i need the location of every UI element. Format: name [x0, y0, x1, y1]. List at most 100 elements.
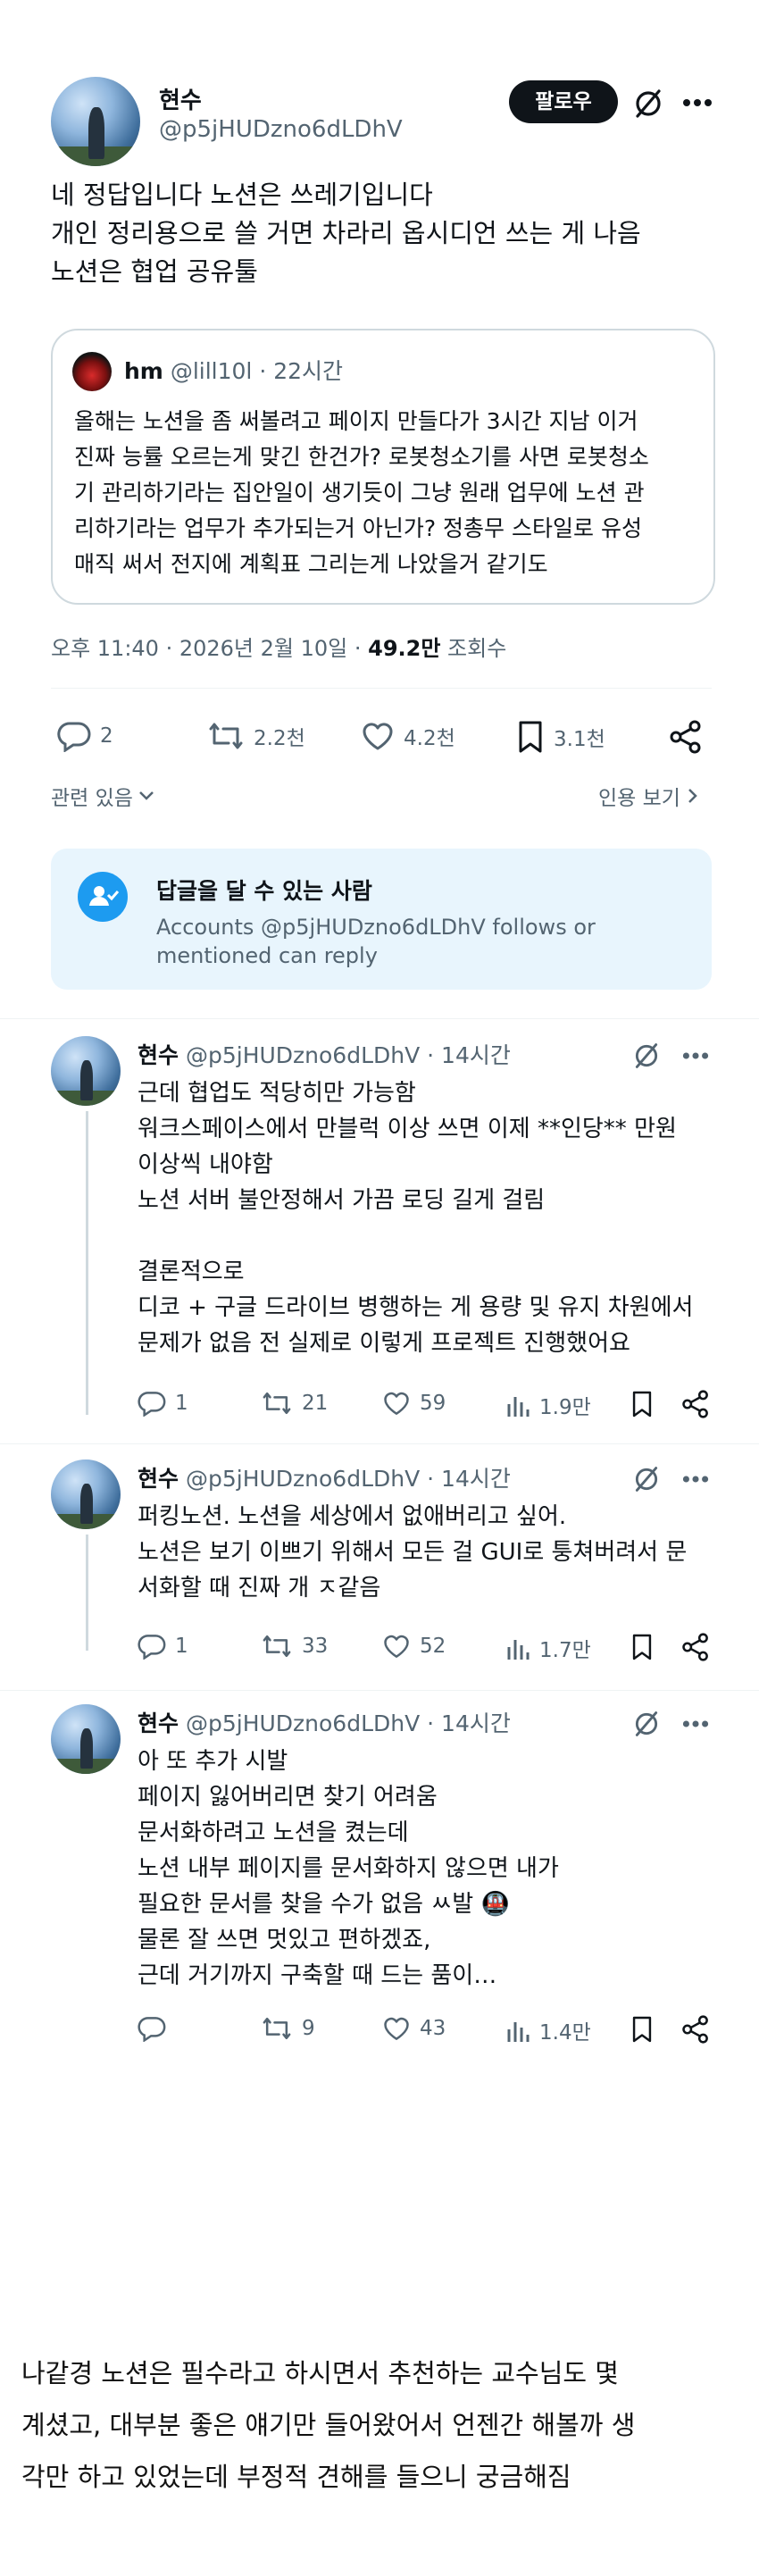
- follow-button[interactable]: 팔로우: [509, 80, 618, 123]
- bookmark-icon[interactable]: [630, 1633, 654, 1661]
- bar-chart-icon: [505, 1635, 530, 1661]
- views-button[interactable]: 1.9만: [505, 1390, 591, 1420]
- bookmark-icon[interactable]: [630, 2015, 654, 2044]
- views-button[interactable]: 1.7만: [505, 1633, 591, 1663]
- more-icon[interactable]: [682, 1719, 709, 1728]
- retweet-button[interactable]: 9: [261, 2015, 315, 2042]
- tweet-text: 네 정답입니다 노션은 쓰레기입니다 개인 정리용으로 쓸 거면 차라리 옵시디…: [51, 176, 738, 291]
- share-icon[interactable]: [668, 720, 704, 754]
- reply-avatar[interactable]: [51, 1704, 121, 1774]
- reply-text-line: 퍼킹노션. 노션을 세상에서 없애버리고 싶어.: [138, 1503, 567, 1530]
- like-button[interactable]: 43: [382, 2015, 446, 2042]
- chevron-down-icon: [138, 790, 154, 801]
- reply-icon: [138, 1390, 166, 1417]
- reply-button[interactable]: 2: [57, 720, 113, 752]
- reply-button[interactable]: 1: [138, 1390, 188, 1417]
- views-button[interactable]: 1.4만: [505, 2015, 591, 2045]
- reply-avatar[interactable]: [51, 1459, 121, 1529]
- like-button[interactable]: 4.2천: [361, 720, 455, 752]
- reply-time[interactable]: · 14시간: [427, 1710, 511, 1736]
- caption-text: 나같경 노션은 필수라고 하시면서 추천하는 교수님도 몇 계셨고, 대부분 좋…: [21, 2347, 745, 2503]
- like-count: 43: [420, 2017, 446, 2040]
- author-handle[interactable]: @p5jHUDzno6dLDhV: [159, 116, 403, 143]
- reply-text-line: 워크스페이스에서 만블럭 이상 쓰면 이제 **인당** 만원: [138, 1116, 677, 1142]
- reply-handle[interactable]: @p5jHUDzno6dLDhV: [186, 1466, 420, 1492]
- reply-handle[interactable]: @p5jHUDzno6dLDhV: [186, 1710, 420, 1736]
- reply-text-line: 페이지 잃어버리면 찾기 어려움: [138, 1784, 438, 1811]
- reply-handle[interactable]: @p5jHUDzno6dLDhV: [186, 1042, 420, 1068]
- share-icon[interactable]: [680, 1633, 711, 1661]
- divider: [0, 1018, 759, 1019]
- bookmark-button[interactable]: 3.1천: [516, 720, 605, 754]
- reply-text-line: 노션은 보기 이쁘기 위해서 모든 걸 GUI로 퉁쳐버려서 문: [138, 1539, 688, 1566]
- divider: [51, 688, 712, 689]
- quoted-text-line: 진짜 능률 오르는게 맞긴 한건가? 로봇청소기를 사면 로봇청소: [74, 444, 649, 470]
- tweet-text-line: 네 정답입니다 노션은 쓰레기입니다: [51, 180, 433, 210]
- divider: [0, 1443, 759, 1444]
- related-link[interactable]: 관련 있음: [51, 781, 154, 811]
- reply-text: 아 또 추가 시발 페이지 잃어버리면 찾기 어려움 문서화하려고 노션을 켰는…: [138, 1744, 727, 1994]
- reply-text-line: 디코 + 구글 드라이브 병행하는 게 용량 및 유지 차원에서: [138, 1294, 694, 1321]
- notice-line: mentioned can reply: [156, 943, 378, 968]
- author-name[interactable]: 현수: [159, 82, 202, 115]
- bar-chart-icon: [505, 2017, 530, 2044]
- grok-icon[interactable]: [632, 1710, 661, 1738]
- reply-avatar[interactable]: [51, 1036, 121, 1106]
- reply-text-line: 물론 잘 쓰면 멋있고 편하겠죠,: [138, 1927, 431, 1953]
- grok-icon[interactable]: [632, 88, 664, 120]
- related-label: 관련 있음: [51, 787, 133, 810]
- view-count: 1.4만: [539, 2021, 591, 2045]
- grok-icon[interactable]: [632, 1465, 661, 1493]
- caption-line: 각만 하고 있었는데 부정적 견해를 들으니 궁금해짐: [21, 2462, 571, 2492]
- like-button[interactable]: 59: [382, 1390, 446, 1417]
- user-check-icon: [78, 872, 128, 922]
- chevron-right-icon: [688, 788, 698, 804]
- heart-icon: [382, 2015, 411, 2042]
- bookmark-count: 3.1천: [554, 728, 605, 751]
- reply-button[interactable]: [138, 2015, 175, 2042]
- quoted-text: 올해는 노션을 좀 써볼려고 페이지 만들다가 3시간 지남 이거 진짜 능률 …: [74, 404, 699, 582]
- reply-text-line: 문제가 없음 전 실제로 이렇게 프로젝트 진행했어요: [138, 1330, 630, 1357]
- reply-text-line: 근데 거기까지 구축할 때 드는 품이…: [138, 1962, 497, 1989]
- reply-text-line: 아 또 추가 시발: [138, 1748, 288, 1775]
- retweet-button[interactable]: 33: [261, 1633, 328, 1660]
- caption-line: 나같경 노션은 필수라고 하시면서 추천하는 교수님도 몇: [21, 2358, 619, 2388]
- retweet-count: 9: [302, 2017, 315, 2040]
- retweet-count: 2.2천: [254, 727, 305, 750]
- reply-time[interactable]: · 14시간: [427, 1466, 511, 1492]
- share-icon[interactable]: [680, 1390, 711, 1418]
- reply-button[interactable]: 1: [138, 1633, 188, 1660]
- reply-text-line: 노션 서버 불안정해서 가끔 로딩 길게 걸림: [138, 1187, 546, 1214]
- more-icon[interactable]: [682, 98, 713, 107]
- reply-text-line: 결론적으로: [138, 1259, 245, 1285]
- reply-text-line: 서화할 때 진짜 개 ㅈ같음: [138, 1575, 381, 1602]
- retweet-button[interactable]: 21: [261, 1390, 328, 1417]
- reply-time[interactable]: · 14시간: [427, 1042, 511, 1068]
- reply-name[interactable]: 현수: [138, 1466, 179, 1492]
- grok-icon[interactable]: [632, 1041, 661, 1070]
- reply-name[interactable]: 현수: [138, 1710, 179, 1736]
- share-icon[interactable]: [680, 2015, 711, 2044]
- view-label: 조회수: [440, 636, 507, 661]
- author-avatar[interactable]: [51, 77, 140, 166]
- more-icon[interactable]: [682, 1475, 709, 1484]
- quoted-time: · 22시간: [259, 358, 344, 384]
- like-button[interactable]: 52: [382, 1633, 446, 1660]
- retweet-icon: [261, 2015, 293, 2042]
- bookmark-icon[interactable]: [630, 1390, 654, 1418]
- reply-text: 퍼킹노션. 노션을 세상에서 없애버리고 싶어. 노션은 보기 이쁘기 위해서 …: [138, 1499, 727, 1606]
- view-quotes-link[interactable]: 인용 보기: [598, 781, 698, 811]
- reply-text-line: 문서화하려고 노션을 켰는데: [138, 1819, 409, 1846]
- reply-count: 1: [175, 1392, 188, 1415]
- retweet-button[interactable]: 2.2천: [207, 720, 305, 752]
- retweet-count: 33: [302, 1635, 329, 1658]
- tweet-text-line: 개인 정리용으로 쓸 거면 차라리 옵시디언 쓰는 게 나음: [51, 218, 641, 248]
- quoted-handle: @lill10l: [170, 358, 253, 384]
- reply-text-line: [138, 1218, 727, 1254]
- reply-restriction-notice: 답글을 달 수 있는 사람 Accounts @p5jHUDzno6dLDhV …: [51, 849, 712, 990]
- reply-name[interactable]: 현수: [138, 1042, 179, 1068]
- timestamp-text[interactable]: 오후 11:40 · 2026년 2월 10일 ·: [51, 636, 368, 661]
- quoted-tweet[interactable]: hm @lill10l · 22시간 올해는 노션을 좀 써볼려고 페이지 만들…: [51, 329, 715, 605]
- more-icon[interactable]: [682, 1051, 709, 1060]
- bar-chart-icon: [505, 1392, 530, 1418]
